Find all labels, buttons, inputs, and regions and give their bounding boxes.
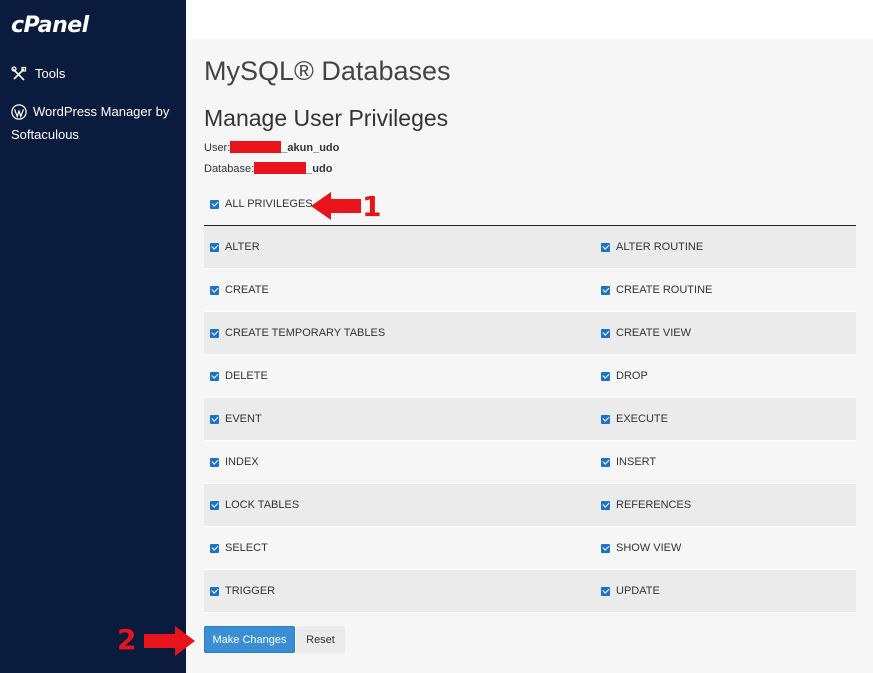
privilege-label: CREATE VIEW: [616, 327, 691, 339]
privilege-checkbox[interactable]: REFERENCES: [601, 499, 691, 511]
page-title: MySQL® Databases: [204, 56, 451, 86]
table-row: EVENT EXECUTE: [204, 398, 856, 441]
make-changes-button[interactable]: Make Changes: [204, 626, 295, 653]
privilege-label: TRIGGER: [225, 585, 276, 597]
user-name: _akun_udo: [281, 142, 340, 154]
privilege-label: SHOW VIEW: [616, 542, 682, 554]
redaction-mark: [254, 162, 307, 174]
table-row: CREATE CREATE ROUTINE: [204, 269, 856, 312]
privilege-checkbox[interactable]: EVENT: [210, 413, 262, 425]
checkbox-checked-icon[interactable]: [210, 500, 219, 510]
checkbox-checked-icon[interactable]: [601, 285, 610, 295]
annotation-arrow-left: [311, 192, 361, 220]
privilege-checkbox[interactable]: SHOW VIEW: [601, 542, 681, 554]
checkbox-checked-icon[interactable]: [210, 371, 219, 381]
table-row: INDEX INSERT: [204, 441, 856, 484]
cpanel-logo[interactable]: cPanel: [11, 13, 89, 38]
checkbox-checked-icon[interactable]: [210, 457, 219, 467]
privilege-checkbox[interactable]: EXECUTE: [601, 413, 668, 425]
privilege-checkbox[interactable]: DELETE: [210, 370, 268, 382]
table-row: DELETE DROP: [204, 355, 856, 398]
privilege-checkbox[interactable]: ALTER ROUTINE: [601, 241, 703, 253]
privilege-label: LOCK TABLES: [225, 499, 300, 511]
all-privileges-label: ALL PRIVILEGES: [225, 198, 313, 210]
privilege-checkbox[interactable]: UPDATE: [601, 585, 660, 597]
privilege-checkbox[interactable]: CREATE VIEW: [601, 327, 691, 339]
privilege-label: CREATE: [225, 284, 269, 296]
privilege-checkbox[interactable]: SELECT: [210, 542, 268, 554]
privilege-checkbox[interactable]: CREATE: [210, 284, 269, 296]
sidebar-item-wordpress-manager[interactable]: WordPress Manager by Softaculous: [11, 100, 181, 146]
tools-icon: [11, 66, 27, 81]
all-privileges-checkbox[interactable]: ALL PRIVILEGES: [210, 198, 313, 210]
sidebar-item-label: WordPress Manager by Softaculous: [11, 104, 170, 142]
privilege-label: EVENT: [225, 413, 262, 425]
checkbox-checked-icon[interactable]: [601, 457, 610, 467]
sidebar: cPanel Tools WordPress Manager by Softac…: [0, 0, 186, 673]
checkbox-checked-icon[interactable]: [210, 285, 219, 295]
checkbox-checked-icon[interactable]: [210, 543, 219, 553]
table-row: CREATE TEMPORARY TABLES CREATE VIEW: [204, 312, 856, 355]
privilege-checkbox[interactable]: CREATE ROUTINE: [601, 284, 712, 296]
sidebar-item-tools[interactable]: Tools: [11, 66, 65, 82]
annotation-number-1: 1: [362, 190, 382, 223]
privilege-checkbox[interactable]: INDEX: [210, 456, 259, 468]
sidebar-item-label: Tools: [35, 66, 66, 81]
privilege-checkbox[interactable]: LOCK TABLES: [210, 499, 299, 511]
privilege-label: REFERENCES: [616, 499, 692, 511]
checkbox-checked-icon[interactable]: [601, 328, 610, 338]
privilege-label: INDEX: [225, 456, 259, 468]
privilege-label: ALTER: [225, 241, 260, 253]
privilege-checkbox[interactable]: DROP: [601, 370, 648, 382]
privilege-label: DROP: [616, 370, 648, 382]
checkbox-checked-icon[interactable]: [210, 242, 219, 252]
privilege-label: DELETE: [225, 370, 268, 382]
privilege-checkbox[interactable]: INSERT: [601, 456, 656, 468]
privilege-label: INSERT: [616, 456, 657, 468]
checkbox-checked-icon[interactable]: [210, 199, 219, 209]
database-info: Database: _udo: [204, 162, 332, 175]
table-row: LOCK TABLES REFERENCES: [204, 484, 856, 527]
privilege-label: EXECUTE: [616, 413, 668, 425]
privileges-table: ALTER ALTER ROUTINE CREATE CREATE ROUTIN…: [204, 225, 856, 613]
table-row: SELECT SHOW VIEW: [204, 527, 856, 570]
privilege-checkbox[interactable]: CREATE TEMPORARY TABLES: [210, 327, 385, 339]
checkbox-checked-icon[interactable]: [601, 543, 610, 553]
wordpress-icon: [11, 104, 27, 120]
privilege-label: CREATE ROUTINE: [616, 284, 713, 296]
redaction-mark: [230, 141, 282, 153]
main-content: MySQL® Databases Manage User Privileges …: [186, 39, 873, 673]
privilege-label: SELECT: [225, 542, 268, 554]
reset-button[interactable]: Reset: [296, 626, 345, 653]
checkbox-checked-icon[interactable]: [210, 414, 219, 424]
privilege-checkbox[interactable]: TRIGGER: [210, 585, 275, 597]
checkbox-checked-icon[interactable]: [601, 242, 610, 252]
checkbox-checked-icon[interactable]: [601, 371, 610, 381]
privilege-label: UPDATE: [616, 585, 660, 597]
checkbox-checked-icon[interactable]: [210, 328, 219, 338]
privilege-checkbox[interactable]: ALTER: [210, 241, 260, 253]
privilege-label: CREATE TEMPORARY TABLES: [225, 327, 386, 339]
table-row: TRIGGER UPDATE: [204, 570, 856, 613]
database-name: _udo: [306, 163, 333, 175]
privilege-label: ALTER ROUTINE: [616, 241, 704, 253]
section-title: Manage User Privileges: [204, 105, 449, 131]
top-bar: [186, 0, 873, 39]
checkbox-checked-icon[interactable]: [210, 586, 219, 596]
user-label: User:: [204, 142, 231, 154]
database-label: Database:: [204, 163, 255, 175]
user-info: User: _akun_udo: [204, 141, 339, 154]
checkbox-checked-icon[interactable]: [601, 586, 610, 596]
annotation-arrow-right: [144, 626, 195, 656]
checkbox-checked-icon[interactable]: [601, 414, 610, 424]
annotation-number-2: 2: [117, 623, 137, 656]
checkbox-checked-icon[interactable]: [601, 500, 610, 510]
table-row: ALTER ALTER ROUTINE: [204, 226, 856, 269]
